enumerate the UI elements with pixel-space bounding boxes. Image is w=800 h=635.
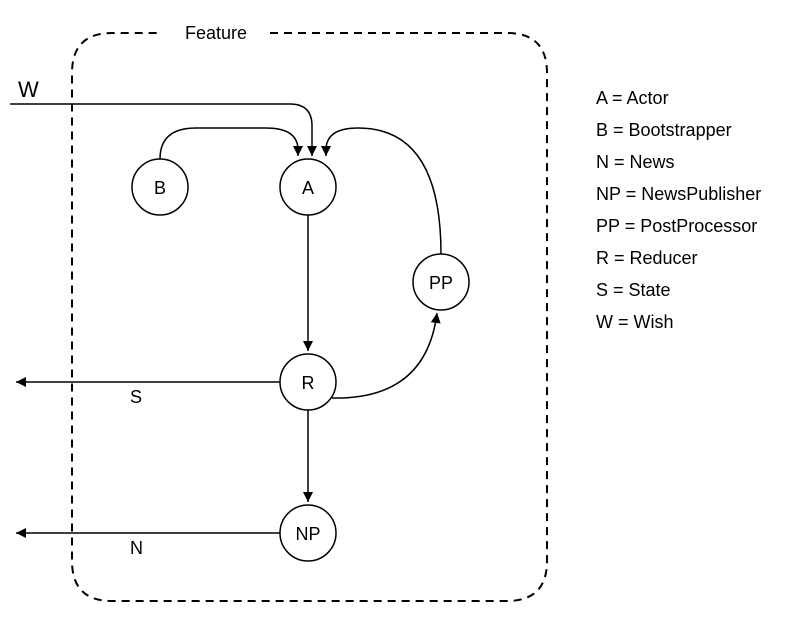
- node-A-label: A: [302, 178, 314, 198]
- output-N: N: [16, 533, 280, 558]
- input-W-label: W: [18, 77, 39, 102]
- legend-item: S = State: [596, 274, 761, 306]
- legend-abbr: NP: [596, 184, 621, 204]
- legend-item: B = Bootstrapper: [596, 114, 761, 146]
- diagram-stage: Feature B A PP R NP W: [0, 0, 800, 635]
- legend-desc: PostProcessor: [640, 216, 757, 236]
- input-W: W: [10, 77, 312, 156]
- legend-abbr: N: [596, 152, 609, 172]
- legend-desc: Wish: [634, 312, 674, 332]
- edge-R-to-PP: [332, 313, 437, 398]
- edge-B-to-A: [160, 128, 298, 159]
- node-NP: NP: [280, 505, 336, 561]
- legend-abbr: B: [596, 120, 608, 140]
- legend-item: A = Actor: [596, 82, 761, 114]
- output-S-label: S: [130, 387, 142, 407]
- legend-abbr: W: [596, 312, 613, 332]
- legend-abbr: R: [596, 248, 609, 268]
- output-N-label: N: [130, 538, 143, 558]
- edge-PP-to-A: [326, 128, 441, 254]
- legend-desc: Bootstrapper: [629, 120, 732, 140]
- legend-item: W = Wish: [596, 306, 761, 338]
- legend-item: NP = NewsPublisher: [596, 178, 761, 210]
- feature-title: Feature: [185, 23, 247, 43]
- legend-abbr: PP: [596, 216, 620, 236]
- legend-desc: State: [629, 280, 671, 300]
- legend-desc: Actor: [627, 88, 669, 108]
- legend-item: R = Reducer: [596, 242, 761, 274]
- legend-item: N = News: [596, 146, 761, 178]
- legend-abbr: S: [596, 280, 608, 300]
- node-PP-label: PP: [429, 273, 453, 293]
- legend-abbr: A: [596, 88, 607, 108]
- node-R: R: [280, 354, 336, 410]
- legend-desc: NewsPublisher: [641, 184, 761, 204]
- output-S: S: [16, 382, 280, 407]
- legend-desc: Reducer: [630, 248, 698, 268]
- legend-item: PP = PostProcessor: [596, 210, 761, 242]
- legend-desc: News: [630, 152, 675, 172]
- node-B-label: B: [154, 178, 166, 198]
- node-A: A: [280, 159, 336, 215]
- legend: A = Actor B = Bootstrapper N = News NP =…: [596, 82, 761, 338]
- node-PP: PP: [413, 254, 469, 310]
- node-B: B: [132, 159, 188, 215]
- node-R-label: R: [302, 373, 315, 393]
- node-NP-label: NP: [295, 524, 320, 544]
